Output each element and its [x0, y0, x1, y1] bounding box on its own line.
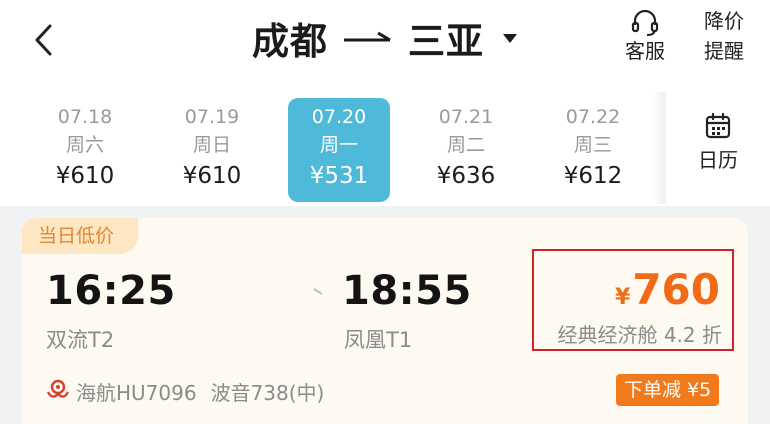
date-price: ¥531: [309, 163, 369, 189]
customer-service-button[interactable]: 客服: [615, 8, 675, 64]
cabin-class: 经典经济舱 4.2 折: [557, 323, 722, 347]
calendar-icon: [705, 112, 731, 139]
aircraft-type: 波音738(中): [210, 381, 325, 405]
flight-info: 海航HU7096 波音738(中): [76, 377, 338, 406]
date-label: 07.20: [311, 106, 367, 128]
route-arrow-icon: [344, 31, 391, 42]
date-price: ¥610: [55, 163, 115, 189]
airline-flight-number: 海航HU7096: [76, 381, 197, 405]
calendar-label: 日历: [698, 148, 738, 172]
flight-price: ¥760: [615, 265, 720, 314]
date-label: 07.18: [57, 106, 113, 128]
price-value: 760: [632, 265, 720, 314]
weekday-label: 周日: [192, 134, 231, 156]
from-city: 成都: [252, 20, 328, 63]
route-selector[interactable]: 成都 三亚: [252, 11, 518, 65]
arrival-airport: 凤凰T1: [344, 328, 413, 352]
date-price: ¥610: [182, 163, 242, 189]
date-label: 07.22: [565, 106, 621, 128]
flight-arrow-icon: [190, 288, 323, 295]
weekday-label: 周三: [573, 134, 612, 156]
calendar-button[interactable]: 日历: [666, 92, 770, 204]
date-item[interactable]: 07.18 周六 ¥610: [34, 98, 136, 202]
currency-symbol: ¥: [615, 285, 631, 310]
departure-time: 16:25: [46, 268, 176, 314]
weekday-label: 周一: [319, 134, 358, 156]
price-alert-label-line1: 降价: [704, 9, 744, 33]
weekday-label: 周二: [446, 134, 485, 156]
date-strip-fade: [652, 92, 666, 204]
order-discount-badge[interactable]: 下单减 ¥5: [616, 374, 720, 406]
hainan-airlines-logo-icon: [46, 379, 70, 398]
top-header: 成都 三亚 客服 降价 提醒: [0, 0, 770, 82]
headset-icon: [631, 9, 659, 36]
date-item[interactable]: 07.22 周三 ¥612: [542, 98, 644, 202]
date-item[interactable]: 07.19 周日 ¥610: [161, 98, 263, 202]
date-label: 07.19: [184, 106, 240, 128]
price-alert-button[interactable]: 降价 提醒: [694, 8, 754, 64]
to-city: 三亚: [408, 20, 484, 63]
date-label: 07.21: [438, 106, 494, 128]
arrival-time: 18:55: [342, 268, 472, 314]
low-price-tag: 当日低价: [22, 218, 139, 254]
date-item[interactable]: 07.21 周二 ¥636: [415, 98, 517, 202]
date-price: ¥612: [563, 163, 623, 189]
price-alert-label-line2: 提醒: [704, 39, 744, 63]
caret-down-icon: [503, 34, 517, 43]
price-highlight-box: ¥760 经典经济舱 4.2 折: [532, 249, 734, 351]
date-item-selected[interactable]: 07.20 周一 ¥531: [288, 98, 390, 202]
departure-airport: 双流T2: [46, 328, 115, 352]
flight-card[interactable]: 当日低价 16:25 18:55 双流T2 凤凰T1 ¥760 经典经济舱 4.…: [22, 218, 748, 424]
weekday-label: 周六: [65, 134, 104, 156]
date-price: ¥636: [436, 163, 496, 189]
customer-service-label: 客服: [625, 39, 665, 63]
flight-search-page: 成都 三亚 客服 降价 提醒 07.18 周六 ¥610 07.19 周日 ¥6…: [0, 0, 770, 424]
